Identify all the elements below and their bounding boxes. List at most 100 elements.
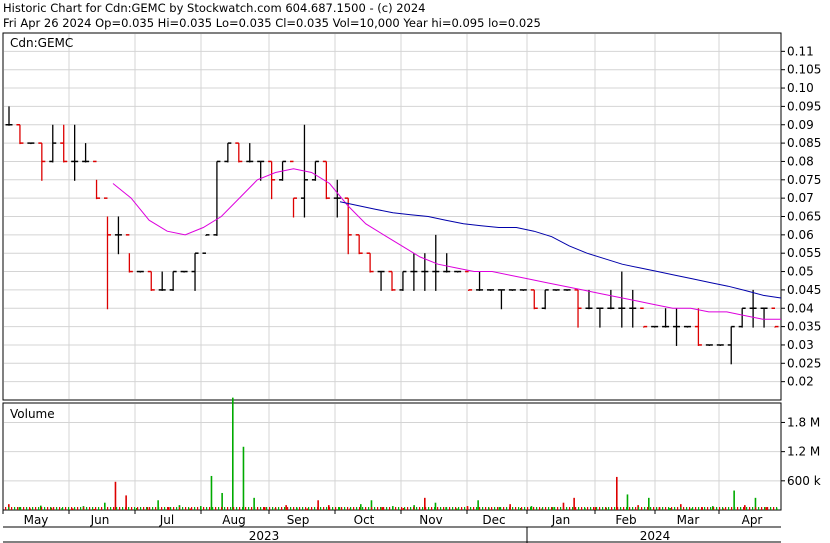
month-label: Nov	[419, 513, 442, 527]
volume-stub	[341, 507, 343, 510]
volume-stub	[173, 507, 175, 510]
volume-stub	[11, 507, 13, 510]
volume-stub	[143, 507, 145, 510]
volume-stub	[233, 507, 235, 510]
volume-stub	[389, 507, 391, 510]
volume-bar	[477, 500, 479, 510]
volume-stub	[707, 507, 709, 510]
volume-bar	[189, 508, 191, 510]
volume-stub	[101, 507, 103, 510]
month-label: Mar	[677, 513, 700, 527]
volume-stub	[326, 507, 328, 510]
volume-stub	[533, 507, 535, 510]
volume-stub	[458, 507, 460, 510]
volume-stub	[401, 507, 403, 510]
volume-stub	[629, 507, 631, 510]
volume-stub	[491, 507, 493, 510]
volume-stub	[413, 507, 415, 510]
volume-stub	[107, 507, 109, 510]
volume-stub	[647, 507, 649, 510]
volume-stub	[269, 507, 271, 510]
month-label: Jun	[90, 513, 110, 527]
volume-stub	[65, 507, 67, 510]
volume-stub	[161, 507, 163, 510]
volume-stub	[527, 507, 529, 510]
volume-stub	[71, 507, 73, 510]
volume-stub	[86, 507, 88, 510]
volume-stub	[194, 507, 196, 510]
stock-chart: Cdn:GEMC Volume 0.11 0.105 0.10 0.095 0.09 0.…	[2, 32, 821, 543]
volume-stub	[536, 507, 538, 510]
volume-stub	[422, 507, 424, 510]
volume-stub	[770, 507, 772, 510]
volume-stub	[92, 507, 94, 510]
volume-stub	[212, 507, 214, 510]
volume-stub	[230, 507, 232, 510]
volume-stub	[686, 507, 688, 510]
month-label: May	[24, 513, 49, 527]
price-tick-label: 0.095	[787, 99, 821, 113]
volume-stub	[146, 507, 148, 510]
volume-stub	[419, 507, 421, 510]
volume-stub	[119, 507, 121, 510]
volume-stub	[455, 507, 457, 510]
volume-stub	[224, 507, 226, 510]
volume-stub	[305, 507, 307, 510]
price-tick-label: 0.055	[787, 246, 821, 260]
volume-stub	[752, 507, 754, 510]
volume-label: Volume	[10, 407, 55, 421]
volume-stub	[149, 507, 151, 510]
volume-stub	[695, 507, 697, 510]
volume-stub	[368, 507, 370, 510]
volume-stub	[266, 507, 268, 510]
volume-stub	[251, 507, 253, 510]
volume-stub	[440, 507, 442, 510]
volume-stub	[551, 507, 553, 510]
volume-stub	[773, 507, 775, 510]
volume-stub	[50, 507, 52, 510]
volume-stub	[461, 507, 463, 510]
volume-stub	[398, 507, 400, 510]
volume-stub	[446, 507, 448, 510]
volume-stub	[245, 507, 247, 510]
volume-stub	[518, 507, 520, 510]
volume-tick-label: 1.8 M	[787, 415, 820, 429]
volume-stub	[626, 507, 628, 510]
volume-stub	[365, 507, 367, 510]
volume-stub	[683, 507, 685, 510]
volume-stub	[131, 507, 133, 510]
volume-stub	[257, 507, 259, 510]
volume-stub	[35, 507, 37, 510]
volume-stub	[494, 507, 496, 510]
volume-stub	[80, 507, 82, 510]
volume-stub	[467, 507, 469, 510]
volume-panel-border	[2, 402, 782, 511]
volume-stub	[89, 507, 91, 510]
price-tick-label: 0.06	[787, 228, 814, 242]
price-tick-label: 0.035	[787, 320, 821, 334]
volume-stub	[554, 507, 556, 510]
volume-stub	[5, 507, 7, 510]
volume-bar	[168, 507, 170, 510]
volume-stub	[152, 507, 154, 510]
month-label: Dec	[482, 513, 505, 527]
volume-stub	[23, 507, 25, 510]
volume-stub	[671, 507, 673, 510]
volume-stub	[476, 507, 478, 510]
volume-stub	[665, 507, 667, 510]
volume-stub	[611, 507, 613, 510]
volume-stub	[542, 507, 544, 510]
volume-bar	[93, 509, 95, 510]
volume-bar	[114, 481, 117, 510]
volume-stub	[656, 507, 658, 510]
volume-stub	[62, 507, 64, 510]
volume-stub	[605, 507, 607, 510]
volume-bar	[744, 505, 746, 510]
volume-stub	[428, 507, 430, 510]
volume-stub	[29, 507, 31, 510]
month-label: Apr	[742, 513, 763, 527]
volume-stub	[374, 507, 376, 510]
volume-bar	[210, 475, 213, 510]
volume-stub	[668, 507, 670, 510]
volume-bar	[72, 508, 74, 510]
